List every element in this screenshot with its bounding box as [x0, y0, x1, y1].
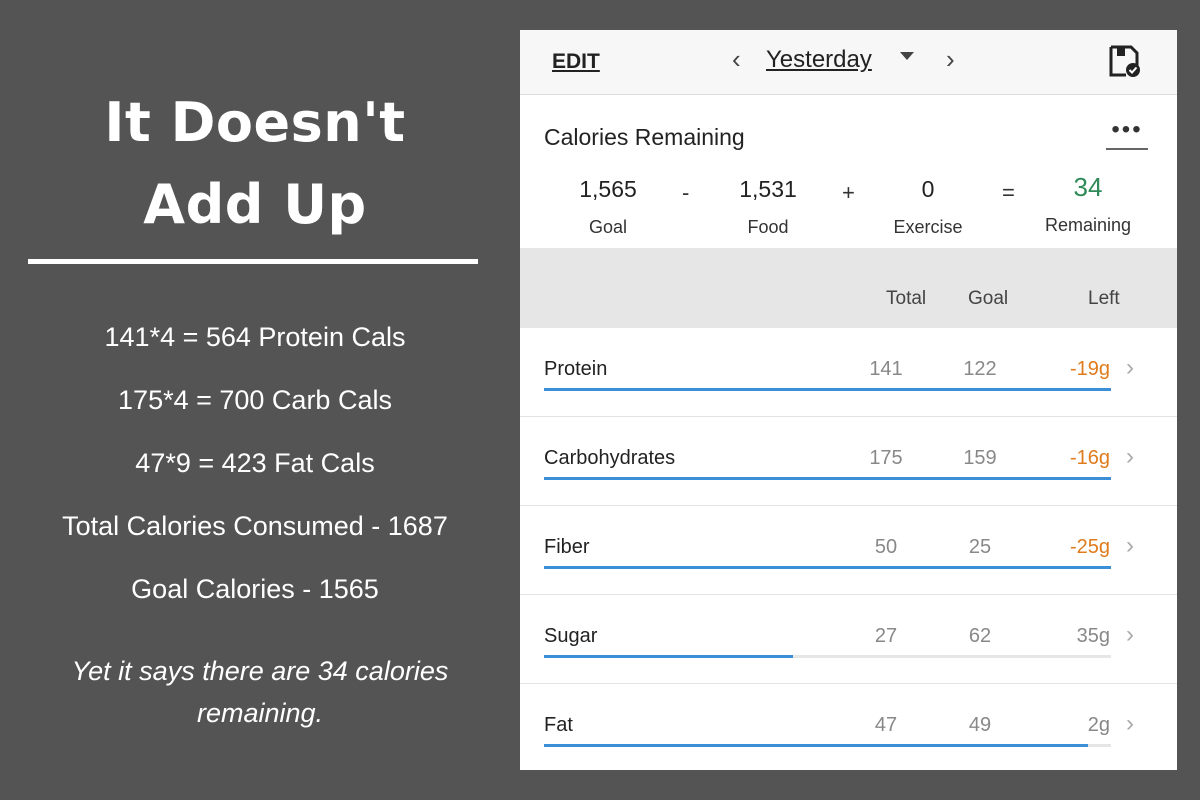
- progress-track: [544, 388, 1111, 391]
- progress-track: [544, 655, 1111, 658]
- exercise-value: 0: [921, 176, 935, 202]
- food-label: Food: [747, 217, 789, 237]
- remaining-column: 34 Remaining: [1018, 172, 1158, 236]
- day-selector[interactable]: Yesterday: [766, 46, 872, 74]
- calories-remaining-title: Calories Remaining: [544, 124, 745, 150]
- nutrient-left: 2g: [1087, 714, 1110, 736]
- progress-fill: [544, 744, 1088, 747]
- calc-total-consumed: Total Calories Consumed - 1687: [62, 511, 448, 541]
- chevron-right-icon[interactable]: ›: [1126, 710, 1134, 738]
- progress-track: [544, 744, 1111, 747]
- goal-value: 1,565: [579, 176, 637, 202]
- nutrient-label: Fat: [544, 714, 573, 736]
- headline-line-2: Add Up: [143, 173, 367, 236]
- nutrient-row-carbohydrates[interactable]: Carbohydrates 175 159 -16g ›: [520, 417, 1177, 506]
- more-dots-icon[interactable]: •••: [1106, 118, 1148, 150]
- nutrient-total: 175: [869, 447, 903, 469]
- save-check-icon[interactable]: [1108, 44, 1142, 78]
- note-text: Yet it says there are 34 calories remain…: [71, 656, 449, 728]
- nutrient-left: -16g: [1069, 447, 1110, 469]
- progress-track: [544, 477, 1111, 480]
- calc-protein: 141*4 = 564 Protein Cals: [104, 322, 406, 352]
- progress-fill: [544, 655, 793, 658]
- nutrient-label: Fiber: [544, 536, 590, 558]
- nutrient-left: 35g: [1076, 625, 1110, 647]
- calc-carb: 175*4 = 700 Carb Cals: [118, 385, 392, 415]
- nutrient-total: 27: [874, 625, 898, 647]
- nutrient-goal: 159: [963, 447, 997, 469]
- nutrient-total: 50: [874, 536, 898, 558]
- nutrient-goal: 49: [968, 714, 992, 736]
- exercise-column: 0 Exercise: [858, 176, 998, 238]
- chevron-left-icon[interactable]: ‹: [732, 44, 741, 74]
- progress-fill: [544, 566, 1111, 569]
- nutrient-total: 47: [874, 714, 898, 736]
- nutrient-row-protein[interactable]: Protein 141 122 -19g ›: [520, 328, 1177, 417]
- progress-fill: [544, 388, 1111, 391]
- plus-operator: +: [842, 180, 855, 205]
- progress-fill: [544, 477, 1111, 480]
- info-panel: It Doesn't Add Up 141*4 = 564 Protein Ca…: [0, 0, 510, 800]
- remaining-label: Remaining: [1044, 215, 1132, 235]
- nutrient-label: Protein: [544, 358, 608, 380]
- nutrient-goal: 62: [968, 625, 992, 647]
- header-total: Total: [886, 288, 927, 309]
- goal-label: Goal: [588, 217, 628, 237]
- goal-column: 1,565 Goal: [538, 176, 678, 238]
- header-goal: Goal: [968, 288, 1009, 309]
- nutrient-row-sugar[interactable]: Sugar 27 62 35g ›: [520, 595, 1177, 684]
- divider: [28, 259, 478, 264]
- nutrient-label: Carbohydrates: [544, 447, 676, 469]
- chevron-right-icon[interactable]: ›: [1126, 443, 1134, 471]
- headline-line-1: It Doesn't: [104, 91, 406, 154]
- nutrient-total: 141: [869, 358, 903, 380]
- chevron-right-icon[interactable]: ›: [946, 44, 955, 74]
- minus-operator: -: [682, 180, 690, 205]
- nutrient-left: -25g: [1069, 536, 1110, 558]
- headline: It Doesn't Add Up: [0, 82, 510, 246]
- nutrition-app-screen: EDIT ‹ Yesterday › Calories Remaining ••…: [520, 30, 1177, 770]
- nutrient-goal: 122: [963, 358, 997, 380]
- calc-fat: 47*9 = 423 Fat Cals: [135, 448, 375, 478]
- exercise-label: Exercise: [893, 217, 963, 237]
- chevron-right-icon[interactable]: ›: [1126, 354, 1134, 382]
- nutrient-label: Sugar: [544, 625, 598, 647]
- nutrient-row-fat[interactable]: Fat 47 49 2g ›: [520, 684, 1177, 770]
- nutrient-goal: 25: [968, 536, 992, 558]
- chevron-right-icon[interactable]: ›: [1126, 532, 1134, 560]
- edit-button[interactable]: EDIT: [552, 50, 600, 74]
- calc-goal: Goal Calories - 1565: [131, 574, 379, 604]
- top-bar: EDIT ‹ Yesterday ›: [520, 30, 1177, 95]
- progress-track: [544, 566, 1111, 569]
- remaining-value: 34: [1073, 172, 1103, 202]
- food-column: 1,531 Food: [698, 176, 838, 238]
- food-value: 1,531: [739, 176, 797, 202]
- nutrient-row-fiber[interactable]: Fiber 50 25 -25g ›: [520, 506, 1177, 595]
- nutrients-header: [520, 248, 1177, 328]
- header-left: Left: [1088, 288, 1120, 309]
- chevron-right-icon[interactable]: ›: [1126, 621, 1134, 649]
- nutrient-left: -19g: [1069, 358, 1110, 380]
- equals-operator: =: [1002, 180, 1015, 205]
- caret-down-icon[interactable]: [900, 52, 914, 60]
